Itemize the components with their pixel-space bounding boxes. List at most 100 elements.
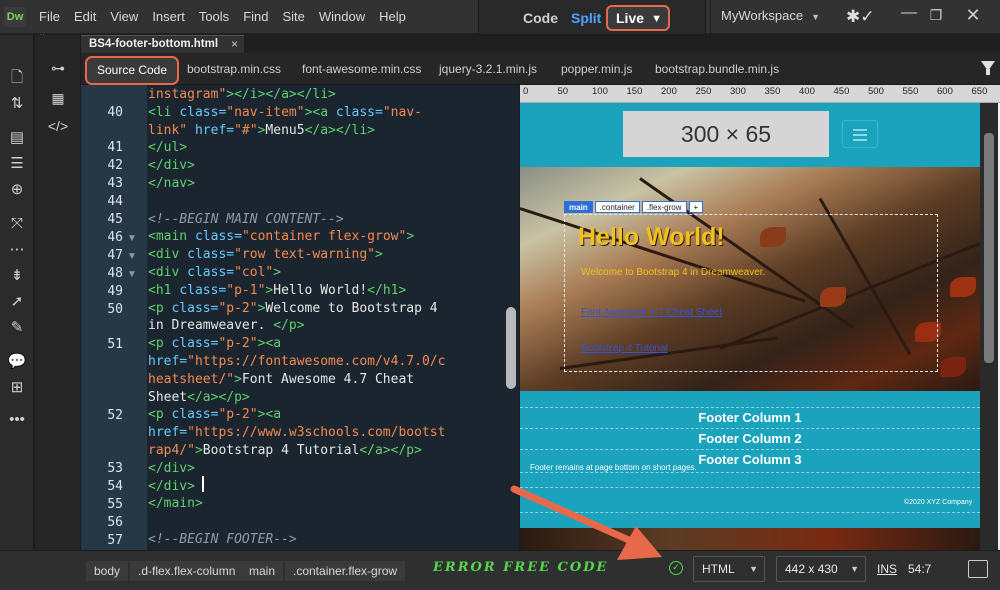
expand-icon[interactable]: ⤧	[5, 213, 29, 235]
close-icon[interactable]: ×	[231, 36, 238, 53]
code-token: "https://www.w3schools.com/bootst	[187, 425, 446, 441]
open-document-icon[interactable]: 🗋	[5, 67, 29, 89]
source-code-tab[interactable]: Source Code	[85, 56, 179, 85]
more-tools-icon[interactable]: •••	[5, 409, 29, 431]
breadcrumb-d-flex[interactable]: .d-flex.flex-column	[130, 561, 244, 581]
restore-icon[interactable]: ❐	[924, 0, 948, 30]
related-file-popper-js[interactable]: popper.min.js	[561, 53, 632, 85]
inspect-icon[interactable]: ⊕	[5, 179, 29, 201]
selector-tag-flex-grow[interactable]: .flex-grow	[641, 201, 687, 213]
code-token: </p>	[273, 318, 305, 334]
document-tab[interactable]: BS4-footer-bottom.html ×	[81, 35, 244, 53]
menu-view[interactable]: View	[103, 0, 145, 34]
menu-window[interactable]: Window	[312, 0, 372, 34]
related-file-jquery-js[interactable]: jquery-3.2.1.min.js	[439, 53, 537, 85]
workspace-label: MyWorkspace	[721, 8, 804, 23]
code-token: >	[234, 371, 242, 387]
code-token: heatsheet/"	[148, 371, 235, 387]
live-scrollbar-thumb[interactable]	[984, 133, 994, 363]
ruler-tick: 150	[626, 86, 643, 97]
code-line: <!--BEGIN FOOTER-->	[148, 532, 297, 547]
related-file-bootstrap-bundle-js[interactable]: bootstrap.bundle.min.js	[655, 53, 779, 85]
breadcrumb-body[interactable]: body	[86, 561, 129, 581]
menu-site[interactable]: Site	[275, 0, 311, 34]
minimize-icon[interactable]: —	[897, 0, 921, 30]
workspace-switcher[interactable]: MyWorkspace ▼	[710, 0, 828, 34]
assets-panel-icon[interactable]: ▦	[45, 87, 71, 109]
code-token: </div>	[148, 158, 195, 174]
code-token: rap4/"	[148, 443, 195, 458]
fold-triangle-icon[interactable]: ▼	[127, 233, 137, 244]
selector-tag-main[interactable]: main	[564, 201, 593, 213]
menu-file[interactable]: File	[32, 0, 67, 34]
ruler-tick: 300	[730, 86, 746, 97]
code-token: class=	[187, 265, 235, 280]
nav-placeholder-image[interactable]: 300 × 65	[623, 111, 829, 157]
code-token: </a></li>	[304, 122, 376, 138]
gear-icon[interactable]: ✱✓	[846, 7, 876, 27]
code-line: rap4/">Bootstrap 4 Tutorial</a></p>	[148, 443, 422, 458]
fold-triangle-icon[interactable]: ▼	[127, 269, 137, 280]
format-source-icon[interactable]: ☰	[5, 153, 29, 175]
menu-insert[interactable]: Insert	[145, 0, 192, 34]
menu-tools[interactable]: Tools	[192, 0, 236, 34]
line-number: 56	[107, 515, 123, 530]
ruler-tick: 600	[937, 86, 953, 97]
live-scrollbar[interactable]	[980, 103, 998, 550]
selector-tag-container[interactable]: .container	[594, 201, 640, 213]
code-panel-icon[interactable]: </>	[45, 115, 71, 137]
add-class-button[interactable]: +	[688, 201, 704, 213]
menu-edit[interactable]: Edit	[67, 0, 103, 34]
hamburger-menu-icon[interactable]	[842, 120, 878, 148]
breadcrumb-main[interactable]: main	[241, 561, 284, 581]
live-code-icon[interactable]: ▤	[5, 127, 29, 149]
menu-find[interactable]: Find	[236, 0, 275, 34]
insert-mode-toggle[interactable]: INS	[877, 562, 897, 576]
footer-note: Footer remains at page bottom on short p…	[530, 463, 697, 472]
document-type-label: HTML	[702, 562, 735, 576]
code-token: href=	[187, 122, 235, 138]
menu-help[interactable]: Help	[372, 0, 413, 34]
code-scrollbar-thumb[interactable]	[506, 307, 516, 389]
code-token: <div	[148, 265, 188, 280]
code-line: </ul>	[148, 140, 187, 155]
code-line: <p class="p-2"><a	[148, 336, 281, 351]
file-management-icon[interactable]: ⇅	[5, 93, 29, 115]
code-line: <p class="p-2"><a	[148, 407, 281, 422]
live-page: 300 × 65 main .container .flex-grow + He…	[520, 103, 998, 550]
code-token: </a></p>	[187, 389, 250, 405]
bootstrap-tutorial-link[interactable]: Bootstrap 4 Tutorial	[581, 343, 668, 354]
split-view-button[interactable]: Split	[571, 0, 601, 36]
code-view-button[interactable]: Code	[523, 0, 558, 36]
ruler-tick: 500	[868, 86, 884, 97]
breadcrumb-container[interactable]: .container.flex-grow	[285, 561, 406, 581]
dom-panel-icon[interactable]: ⊶	[45, 57, 71, 79]
code-token: class=	[335, 104, 383, 120]
ruler-tick: 350	[764, 86, 781, 97]
live-view-dropdown[interactable]: Live ▼	[606, 5, 670, 31]
comment-icon[interactable]: 💬	[5, 351, 29, 373]
fold-triangle-icon[interactable]: ▼	[127, 251, 137, 262]
select-parent-icon[interactable]: ⋯	[5, 239, 29, 261]
document-type-dropdown[interactable]: HTML ▼	[693, 556, 765, 582]
code-editor[interactable]: 40 41 42 43 44 45 46 ▼ 47 ▼ 48 ▼ 49 50 51 52 53 54 55 56 57 …	[81, 85, 519, 550]
code-token: >	[406, 229, 415, 245]
code-token: <li	[148, 104, 180, 120]
font-awesome-link[interactable]: Font Awesome 4.7 Cheat Sheet	[581, 307, 722, 318]
ruler-tick: 100	[592, 86, 608, 97]
ruler-tick: 550	[902, 86, 919, 97]
related-file-font-awesome-css[interactable]: font-awesome.min.css	[302, 53, 421, 85]
window-size-dropdown[interactable]: 442 x 430 ▼	[776, 556, 866, 582]
preview-device-icon[interactable]	[968, 560, 988, 578]
collapse-icon[interactable]: ⇟	[5, 265, 29, 287]
pointer-icon[interactable]: ➚	[5, 291, 29, 313]
code-token: <!--BEGIN MAIN CONTENT-->	[148, 211, 344, 227]
related-file-bootstrap-css[interactable]: bootstrap.min.css	[187, 53, 281, 85]
close-window-icon[interactable]: ✕	[956, 0, 990, 30]
chevron-down-icon: ▼	[749, 564, 758, 574]
wrap-tag-icon[interactable]: ✎	[5, 317, 29, 339]
code-token: >	[194, 443, 203, 458]
code-token: in Dreamweaver.	[148, 318, 274, 334]
code-line: in Dreamweaver. </p>	[148, 318, 305, 333]
snippet-icon[interactable]: ⊞	[5, 377, 29, 399]
